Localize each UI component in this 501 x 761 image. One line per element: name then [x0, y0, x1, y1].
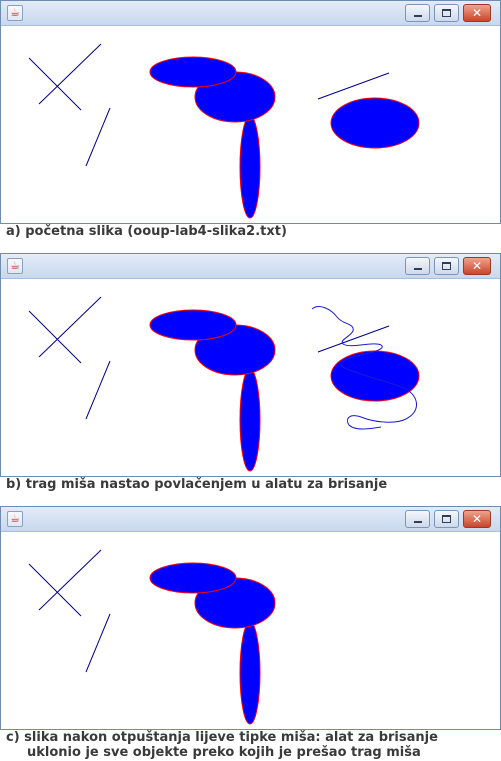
ellipse-shape[interactable] — [149, 309, 237, 341]
drawing-canvas[interactable] — [1, 279, 500, 476]
maximize-icon — [442, 262, 451, 270]
line-shape[interactable] — [38, 549, 102, 611]
line-shape[interactable] — [85, 360, 111, 420]
caption-panel-c-line1: c) slika nakon otpuštanja lijeve tipke m… — [6, 730, 438, 745]
close-icon: ✕ — [471, 6, 483, 20]
window-panel-b: ☕ ✕ — [0, 253, 501, 477]
line-shape[interactable] — [317, 72, 390, 100]
maximize-button[interactable] — [434, 4, 459, 22]
close-button[interactable]: ✕ — [463, 4, 491, 22]
line-shape[interactable] — [85, 613, 111, 673]
ellipse-shape[interactable] — [239, 115, 261, 219]
close-icon: ✕ — [471, 259, 483, 273]
minimize-button[interactable] — [405, 257, 430, 275]
java-icon: ☕ — [7, 258, 23, 274]
maximize-icon — [442, 515, 451, 523]
caption-panel-c-line2: uklonio je sve objekte preko kojih je pr… — [27, 745, 421, 760]
maximize-icon — [442, 9, 451, 17]
ellipse-shape[interactable] — [239, 621, 261, 725]
minimize-icon — [414, 15, 422, 17]
maximize-button[interactable] — [434, 510, 459, 528]
line-shape[interactable] — [28, 310, 82, 364]
minimize-button[interactable] — [405, 4, 430, 22]
maximize-button[interactable] — [434, 257, 459, 275]
caption-panel-a: a) početna slika (ooup-lab4-slika2.txt) — [6, 224, 287, 239]
line-shape[interactable] — [28, 57, 82, 111]
java-icon: ☕ — [7, 5, 23, 21]
ellipse-shape[interactable] — [330, 350, 420, 402]
drawing-canvas[interactable] — [1, 26, 500, 223]
caption-panel-b: b) trag miša nastao povlačenjem u alatu … — [6, 477, 388, 492]
line-shape[interactable] — [85, 107, 111, 167]
window-panel-c: ☕ ✕ — [0, 506, 501, 730]
close-icon: ✕ — [471, 512, 483, 526]
ellipse-shape[interactable] — [149, 56, 237, 88]
java-icon: ☕ — [7, 511, 23, 527]
ellipse-shape[interactable] — [239, 368, 261, 472]
ellipse-shape[interactable] — [149, 562, 237, 594]
ellipse-shape[interactable] — [330, 97, 420, 149]
line-shape[interactable] — [38, 43, 102, 105]
line-shape[interactable] — [28, 563, 82, 617]
drawing-canvas[interactable] — [1, 532, 500, 729]
minimize-icon — [414, 268, 422, 270]
titlebar[interactable]: ☕ ✕ — [1, 1, 500, 26]
titlebar[interactable]: ☕ ✕ — [1, 254, 500, 279]
close-button[interactable]: ✕ — [463, 510, 491, 528]
window-panel-a: ☕ ✕ — [0, 0, 501, 224]
titlebar[interactable]: ☕ ✕ — [1, 507, 500, 532]
minimize-icon — [414, 521, 422, 523]
minimize-button[interactable] — [405, 510, 430, 528]
close-button[interactable]: ✕ — [463, 257, 491, 275]
line-shape[interactable] — [38, 296, 102, 358]
